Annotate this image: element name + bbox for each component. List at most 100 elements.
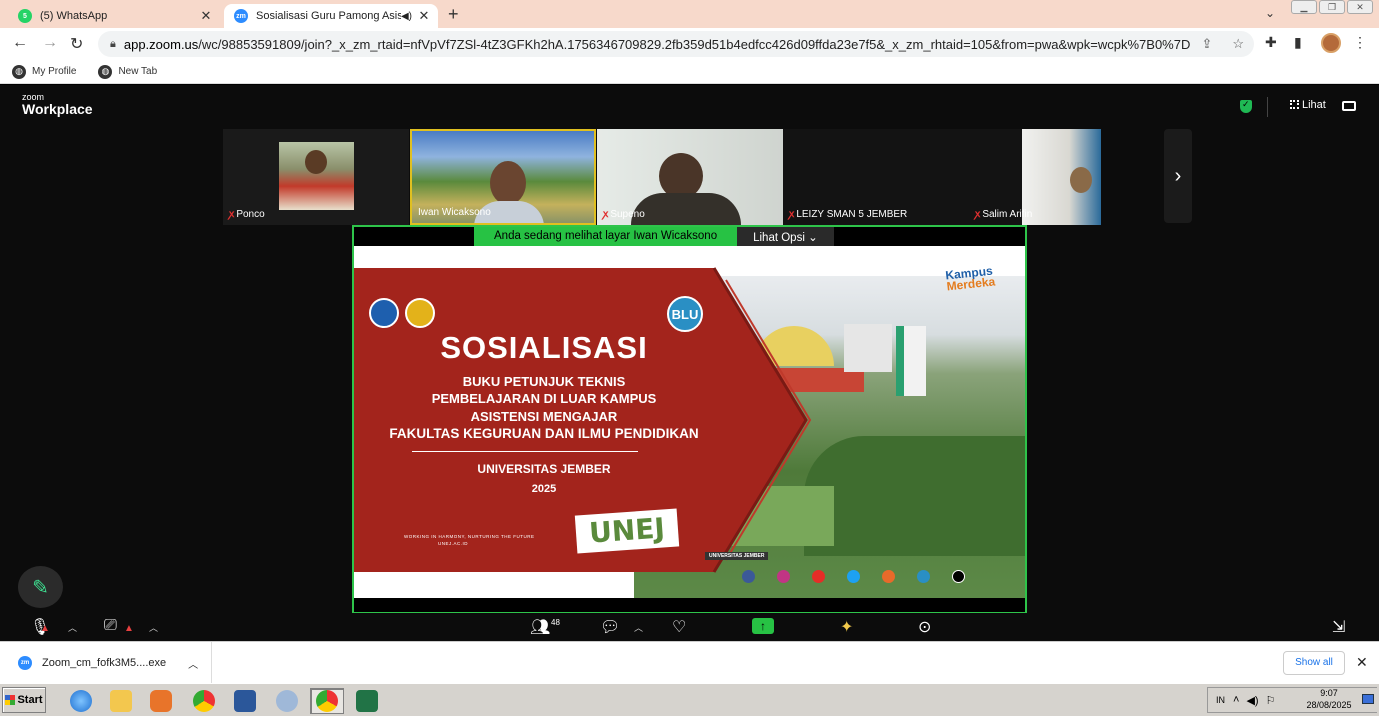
kampus-merdeka-logo: Kampus Merdeka xyxy=(945,264,996,294)
facebook-icon xyxy=(742,569,755,583)
name-text: Ponco xyxy=(236,209,265,220)
url-path: /wc/98853591809/join?_x_zm_rtaid=nfVpVf7… xyxy=(198,36,1192,52)
chevron-up-icon[interactable]: ︿ xyxy=(188,656,198,671)
name-text: Iwan Wicaksono xyxy=(418,207,491,218)
person-body xyxy=(631,193,741,225)
network-app-icon[interactable] xyxy=(270,688,304,714)
bookmark-new-tab[interactable]: ◍ New Tab xyxy=(98,64,157,79)
bookmark-my-profile[interactable]: ◍ My Profile xyxy=(12,64,76,79)
view-options-button[interactable]: Lihat Opsi ⌄ xyxy=(737,227,834,247)
media-player-icon[interactable] xyxy=(144,688,178,714)
more-options-icon[interactable]: ⊙ xyxy=(918,617,931,637)
fullscreen-icon[interactable] xyxy=(1342,101,1356,111)
ai-companion-icon[interactable]: ✦ xyxy=(840,617,853,637)
view-label: Lihat xyxy=(1302,99,1326,111)
slide-title: SOSIALISASI xyxy=(440,330,648,365)
new-tab-icon[interactable]: + xyxy=(448,4,459,25)
warning-icon: ▲ xyxy=(40,623,50,634)
taskbar-clock[interactable]: 9:07 28/08/2025 xyxy=(1301,687,1357,711)
speaker-icon[interactable]: ◀) xyxy=(401,11,412,22)
name-text: Salim Arifin xyxy=(982,209,1033,220)
zoom-logo: zoom Workplace xyxy=(22,93,93,117)
menu-icon[interactable]: ⋮ xyxy=(1353,34,1367,51)
excel-icon[interactable] xyxy=(350,688,384,714)
tiktok-icon xyxy=(952,569,965,583)
forward-icon[interactable]: → xyxy=(42,34,58,52)
internet-explorer-icon[interactable] xyxy=(64,688,98,714)
video-off-icon[interactable]: ⎚ ▲ xyxy=(104,617,134,635)
download-filename: Zoom_cm_fofk3M5....exe xyxy=(42,657,167,669)
divider xyxy=(1267,97,1268,117)
language-indicator[interactable]: IN xyxy=(1216,695,1225,705)
slide-university: UNIVERSITAS JEMBER xyxy=(477,462,611,476)
word-icon[interactable] xyxy=(228,688,262,714)
tray-expand-icon[interactable]: ˄ xyxy=(1233,694,1239,706)
reload-icon[interactable]: ↻ xyxy=(70,34,83,54)
chevron-down-icon[interactable]: ⌄ xyxy=(1265,6,1275,20)
next-page-button[interactable]: › xyxy=(1164,129,1192,223)
participant-tile[interactable]: ꭗ LEIZY SMAN 5 JEMBER xyxy=(783,129,969,225)
screen: 5 (5) WhatsApp ✕ zm Sosialisasi Guru Pam… xyxy=(0,0,1379,716)
side-panel-icon[interactable]: ▮ xyxy=(1294,34,1302,51)
reactions-icon[interactable]: ♡ xyxy=(672,617,686,637)
back-icon[interactable]: ← xyxy=(12,34,28,52)
tab-zoom[interactable]: zm Sosialisasi Guru Pamong Asisten ◀) ✕ xyxy=(224,4,438,28)
participant-tile[interactable]: ꭗ Salim Arifin xyxy=(969,129,1101,225)
participants-icon[interactable]: 👥︎ xyxy=(530,617,550,637)
participant-tile[interactable]: ꭗ Ponco xyxy=(223,129,409,225)
chat-icon[interactable]: 💬︎ xyxy=(600,617,620,637)
file-explorer-icon[interactable] xyxy=(104,688,138,714)
close-window-icon[interactable]: ✕ xyxy=(1347,0,1373,14)
minimize-icon[interactable]: ▁ xyxy=(1291,0,1317,14)
presentation-slide: BLU Kampus Merdeka SOSIALISASI BUKU PETUN… xyxy=(354,246,1025,598)
youtube-icon xyxy=(812,569,825,583)
participant-tile[interactable]: ꭗ Supeno xyxy=(597,129,783,225)
show-desktop-icon[interactable] xyxy=(1362,694,1374,704)
muted-mic-icon: ꭗ xyxy=(229,209,235,220)
mic-muted-icon[interactable]: 🎙︎ ▲ xyxy=(30,617,50,637)
chrome-icon[interactable] xyxy=(187,688,221,714)
view-button[interactable]: Lihat xyxy=(1290,99,1326,111)
address-bar[interactable]: 🔒︎ app.zoom.us/wc/98853591809/join?_x_zm… xyxy=(98,31,1254,57)
twitter-icon xyxy=(847,569,860,583)
profile-avatar[interactable] xyxy=(1321,33,1341,53)
shared-screen: Anda sedang melihat layar Iwan Wicaksono… xyxy=(352,225,1027,614)
share-screen-button[interactable]: ↑ xyxy=(752,618,774,634)
chrome-active-icon[interactable] xyxy=(310,688,344,714)
participant-name: ꭗ Ponco xyxy=(229,206,265,220)
start-button[interactable]: Start xyxy=(2,687,46,713)
upload-arrow-icon: ↑ xyxy=(760,619,766,633)
browser-tab-strip: 5 (5) WhatsApp ✕ zm Sosialisasi Guru Pam… xyxy=(0,0,1379,28)
action-center-flag-icon[interactable]: ⚐ xyxy=(1266,694,1276,707)
start-label: Start xyxy=(17,694,43,706)
download-item[interactable]: zm Zoom_cm_fofk3M5....exe ︿ xyxy=(0,642,212,684)
clock-time: 9:07 xyxy=(1320,688,1338,698)
show-all-button[interactable]: Show all xyxy=(1283,651,1345,675)
volume-icon[interactable]: ◀) xyxy=(1246,694,1258,707)
leave-icon[interactable]: ⇲ xyxy=(1332,617,1345,637)
restore-icon[interactable]: ❐ xyxy=(1319,0,1345,14)
download-bar: zm Zoom_cm_fofk3M5....exe ︿ Show all ✕ xyxy=(0,641,1379,684)
participant-name: ꭗ LEIZY SMAN 5 JEMBER xyxy=(789,206,907,220)
encryption-shield-icon[interactable] xyxy=(1240,99,1252,113)
video-options-caret[interactable]: ︿ xyxy=(149,621,158,634)
person-head xyxy=(305,150,327,174)
globe-icon: ◍ xyxy=(12,64,26,79)
name-text: Supeno xyxy=(610,209,645,220)
share-icon[interactable]: ⇪ xyxy=(1201,36,1212,52)
tab-whatsapp[interactable]: 5 (5) WhatsApp ✕ xyxy=(8,4,220,28)
annotate-pencil-button[interactable]: ✎ xyxy=(18,566,63,608)
zoom-meeting: zoom Workplace Lihat ꭗPonco Iwan Wicakso… xyxy=(0,85,1379,641)
extensions-icon[interactable]: ✚ xyxy=(1265,34,1277,51)
participant-tile-active[interactable]: Iwan Wicaksono xyxy=(410,129,596,225)
close-icon[interactable]: ✕ xyxy=(198,8,214,24)
participant-name: ꭗ Salim Arifin xyxy=(975,206,1032,220)
star-icon[interactable]: ☆ xyxy=(1232,36,1244,52)
audio-options-caret[interactable]: ︿ xyxy=(68,621,77,634)
viewing-screen-label: Anda sedang melihat layar Iwan Wicaksono xyxy=(474,227,738,247)
close-icon[interactable]: ✕ xyxy=(416,8,432,24)
web-icon xyxy=(917,569,930,583)
building-label: UNIVERSITAS JEMBER xyxy=(705,552,769,560)
chat-options-caret[interactable]: ︿ xyxy=(634,621,643,634)
close-icon[interactable]: ✕ xyxy=(1356,654,1368,671)
